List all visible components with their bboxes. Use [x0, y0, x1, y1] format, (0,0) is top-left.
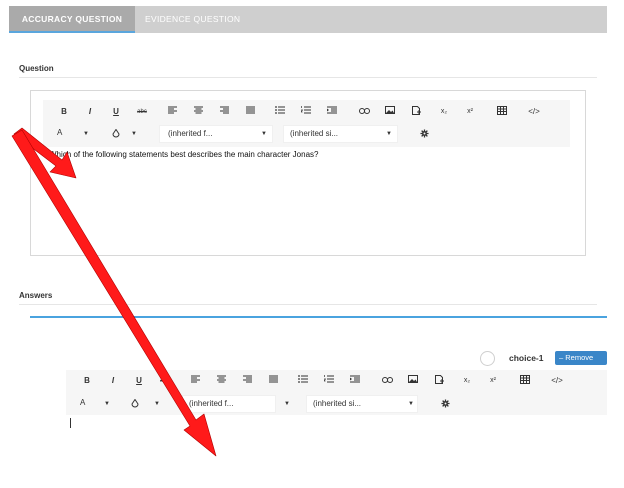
arrow-to-answer	[11, 129, 217, 457]
annotation-arrows	[11, 127, 217, 457]
